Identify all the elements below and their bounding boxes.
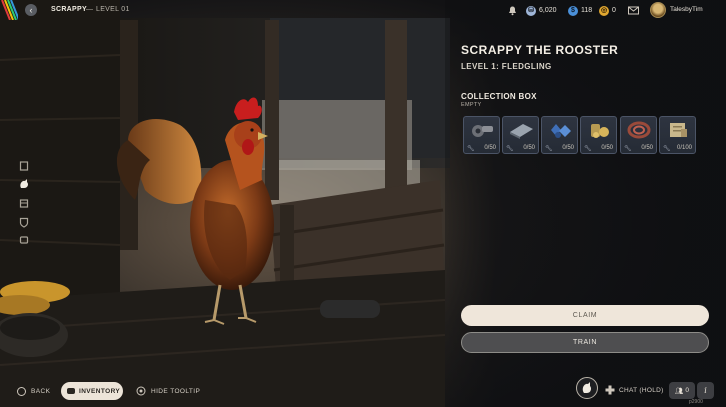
copper-wire-icon — [627, 121, 651, 139]
hide-tooltip-prompt[interactable]: HIDE TOOLTIP — [136, 384, 200, 398]
wrench-icon: 🔧︎ — [506, 146, 514, 152]
mail-button[interactable] — [628, 4, 639, 17]
inventory-button[interactable]: INVENTORY — [61, 382, 123, 400]
pet-title: SCRAPPY THE ROOSTER — [461, 43, 619, 57]
rail-pet-button[interactable] — [18, 178, 30, 190]
journal-icon — [19, 161, 29, 171]
back-prompt[interactable]: BACK — [17, 384, 50, 398]
token-icon: ◎ — [599, 5, 609, 16]
scroll-icon — [670, 123, 687, 137]
gold-nuggets-icon — [591, 124, 609, 138]
blue-gems-icon — [551, 124, 571, 138]
train-button[interactable]: TRAIN — [461, 332, 709, 353]
shield-icon — [19, 217, 29, 228]
sheet-metal-icon — [510, 124, 533, 139]
wrench-icon: 🔧︎ — [663, 146, 671, 152]
bell-icon — [509, 6, 516, 16]
circle-button-icon — [17, 386, 26, 396]
wrench-icon: 🔧︎ — [467, 146, 475, 152]
inventory-label: INVENTORY — [79, 387, 121, 395]
avatar[interactable] — [650, 2, 666, 18]
controller-icon — [19, 236, 29, 244]
dpad-icon — [605, 385, 615, 395]
slot-count: 0/50 — [601, 145, 613, 151]
breadcrumb-separator: — — [86, 6, 94, 13]
rail-shield-button[interactable] — [18, 216, 30, 228]
collection-slot-3[interactable]: 🔧︎ 0/50 — [541, 116, 578, 154]
slot-count: 0/50 — [562, 145, 574, 151]
rail-controller-button[interactable] — [18, 234, 30, 246]
wrench-icon: 🔧︎ — [624, 146, 632, 152]
collection-slot-2[interactable]: 🔧︎ 0/50 — [502, 116, 539, 154]
wrench-icon: 🔧︎ — [545, 146, 553, 152]
pet-level-label: LEVEL 1: FLEDGLING — [461, 62, 552, 71]
info-button[interactable]: i — [697, 382, 714, 399]
collection-slot-6[interactable]: 🔧︎ 0/100 — [659, 116, 696, 154]
tokens-value: 0 — [612, 7, 616, 14]
party-button[interactable]: 👥︎ 0 — [669, 382, 695, 399]
collection-box-status: EMPTY — [461, 102, 482, 108]
back-label: BACK — [31, 387, 51, 395]
slot-count: 0/50 — [484, 145, 496, 151]
party-icon: 👥︎ — [675, 387, 684, 395]
pet-icon — [20, 179, 28, 188]
mail-icon — [628, 6, 639, 15]
pet-name-breadcrumb: SCRAPPY — [51, 6, 87, 13]
username[interactable]: TalesbyTim — [670, 6, 703, 13]
rail-journal-button[interactable] — [18, 160, 30, 172]
build-version: p2900 — [689, 399, 703, 405]
pet-level-breadcrumb: LEVEL 01 — [96, 6, 130, 13]
pet-emblem-icon — [582, 382, 591, 393]
party-count: 0 — [685, 387, 689, 394]
claim-button[interactable]: CLAIM — [461, 305, 709, 326]
chat-label: CHAT (HOLD) — [619, 386, 664, 394]
touchpad-icon — [67, 388, 75, 394]
collection-box-title: COLLECTION BOX — [461, 92, 537, 101]
wrench-icon: 🔧︎ — [584, 146, 592, 152]
rail-house-button[interactable] — [18, 197, 30, 209]
gear-parts-icon — [472, 125, 493, 137]
collection-slot-4[interactable]: 🔧︎ 0/50 — [580, 116, 617, 154]
coins-value: 6,020 — [539, 7, 557, 14]
currency-coins: ⛁ 6,020 — [526, 4, 557, 17]
collection-slot-1[interactable]: 🔧︎ 0/50 — [463, 116, 500, 154]
slot-count: 0/100 — [676, 145, 692, 151]
currency-gems: $ 118 — [568, 4, 592, 17]
gems-value: 118 — [581, 7, 593, 14]
coin-stack-icon: ⛁ — [526, 5, 536, 16]
gem-icon: $ — [568, 5, 578, 16]
hide-tooltip-label: HIDE TOOLTIP — [151, 387, 201, 395]
collection-slot-5[interactable]: 🔧︎ 0/50 — [620, 116, 657, 154]
slot-count: 0/50 — [641, 145, 653, 151]
pet-emblem-button[interactable] — [576, 377, 598, 399]
slot-count: 0/50 — [523, 145, 535, 151]
stick-press-icon — [136, 386, 146, 396]
top-bar: ‹ SCRAPPY — LEVEL 01 ⛁ 6,020 $ 118 ◎ 0 T… — [0, 0, 726, 22]
notification-stat[interactable] — [507, 4, 518, 17]
currency-tokens: ◎ 0 — [599, 4, 616, 17]
back-arrow-button[interactable]: ‹ — [25, 4, 37, 16]
house-icon — [19, 199, 29, 208]
chat-prompt[interactable]: CHAT (HOLD) — [605, 385, 664, 395]
game-logo-icon — [1, 0, 18, 20]
